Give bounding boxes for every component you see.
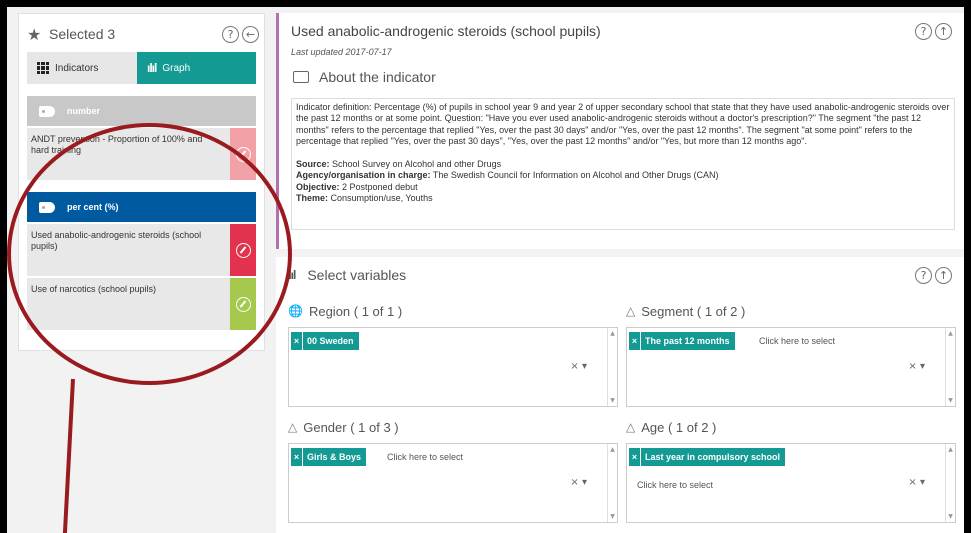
tab-graph[interactable]: ılıl Graph bbox=[137, 52, 256, 84]
clear-dropdown-icon[interactable]: × ▾ bbox=[570, 477, 587, 488]
age-selector: △ Age ( 1 of 2 ) × Last year in compulsory… bbox=[626, 417, 956, 523]
selected-panel: ★ Selected 3 ? ← Indicators ılıl Graph n… bbox=[18, 13, 265, 351]
gender-selector: △ Gender ( 1 of 3 ) × Girls & Boys Click h… bbox=[288, 417, 618, 523]
shapes-icon: △ bbox=[288, 420, 298, 434]
segment-select-box[interactable]: × The past 12 months Click here to select… bbox=[626, 327, 956, 407]
help-icon[interactable]: ? bbox=[222, 25, 239, 43]
clear-dropdown-icon[interactable]: × ▾ bbox=[908, 477, 925, 488]
clear-dropdown-icon[interactable]: × ▾ bbox=[908, 361, 925, 372]
variable-label: Region ( 1 of 1 ) bbox=[308, 303, 403, 319]
indicator-card[interactable]: Use of narcotics (school pupils) bbox=[27, 278, 256, 330]
select-placeholder[interactable]: Click here to select bbox=[637, 480, 713, 490]
remove-icon[interactable]: × bbox=[629, 448, 641, 466]
group-header-number[interactable]: number bbox=[27, 96, 256, 126]
scrollbar[interactable]: ▲ ▼ bbox=[945, 444, 955, 522]
scroll-up-icon[interactable]: ↑ bbox=[935, 267, 952, 284]
remove-icon[interactable]: × bbox=[291, 448, 303, 466]
about-label: About the indicator bbox=[319, 69, 436, 85]
selected-chip[interactable]: × The past 12 months bbox=[629, 332, 735, 350]
tab-label: Graph bbox=[162, 62, 191, 74]
comment-icon bbox=[293, 71, 309, 83]
edit-button[interactable] bbox=[230, 224, 256, 276]
help-icon[interactable]: ? bbox=[915, 23, 932, 40]
scrollbar[interactable]: ▲ ▼ bbox=[945, 328, 955, 406]
info-row: Theme: Consumption/use, Youths bbox=[296, 193, 433, 204]
tag-icon bbox=[39, 105, 55, 117]
about-header: About the indicator bbox=[293, 69, 436, 85]
grid-icon bbox=[37, 62, 49, 74]
app-frame: ★ Selected 3 ? ← Indicators ılıl Graph n… bbox=[7, 7, 964, 533]
variable-label: Age ( 1 of 2 ) bbox=[641, 419, 717, 435]
tag-icon bbox=[39, 201, 55, 213]
annotation-line bbox=[62, 378, 75, 533]
group-label: number bbox=[67, 106, 101, 116]
variable-label: Gender ( 1 of 3 ) bbox=[303, 419, 399, 435]
selected-chip[interactable]: × Girls & Boys bbox=[291, 448, 367, 466]
select-placeholder[interactable]: Click here to select bbox=[759, 336, 835, 346]
graph-icon: ılıl bbox=[286, 268, 296, 282]
clear-dropdown-icon[interactable]: × ▾ bbox=[570, 361, 587, 372]
selected-chip[interactable]: × Last year in compulsory school bbox=[629, 448, 786, 466]
region-select-box[interactable]: × 00 Sweden × ▾ ▲ ▼ bbox=[288, 327, 618, 407]
info-row: Objective: 2 Postponed debut bbox=[296, 181, 418, 192]
star-icon: ★ bbox=[27, 24, 42, 44]
scroll-up-icon[interactable]: ↑ bbox=[935, 23, 952, 40]
select-variables-panel: ılıl Select variables ? ↑ 🌐 Region ( 1 of… bbox=[276, 257, 964, 533]
pencil-icon bbox=[235, 296, 251, 312]
selected-chip[interactable]: × 00 Sweden bbox=[291, 332, 359, 350]
indicator-card[interactable]: Used anabolic-androgenic steroids (schoo… bbox=[27, 224, 256, 276]
info-row: Agency/organisation in charge: The Swedi… bbox=[296, 170, 719, 181]
variables-title: Select variables bbox=[307, 267, 407, 283]
scrollbar[interactable]: ▲ ▼ bbox=[607, 328, 617, 406]
tab-label: Indicators bbox=[55, 62, 99, 74]
group-header-percent[interactable]: per cent (%) bbox=[27, 192, 256, 222]
group-label: per cent (%) bbox=[67, 202, 119, 212]
edit-button[interactable] bbox=[230, 278, 256, 330]
indicator-description: Indicator definition: Percentage (%) of … bbox=[291, 98, 955, 230]
tab-indicators[interactable]: Indicators bbox=[27, 52, 137, 84]
shapes-icon: △ bbox=[626, 420, 636, 434]
indicator-title: Used anabolic-androgenic steroids (schoo… bbox=[291, 23, 601, 39]
selected-header: ★ Selected 3 ? ← bbox=[27, 24, 259, 44]
collapse-left-icon[interactable]: ← bbox=[242, 25, 259, 43]
remove-icon[interactable]: × bbox=[629, 332, 641, 350]
last-updated: Last updated 2017-07-17 bbox=[291, 47, 392, 57]
indicator-info-panel: Used anabolic-androgenic steroids (schoo… bbox=[276, 13, 964, 249]
indicator-label: ANDT prevention - Proportion of 100% and… bbox=[31, 134, 203, 155]
region-selector: 🌐 Region ( 1 of 1 ) × 00 Sweden × ▾ ▲ ▼ bbox=[288, 301, 618, 407]
pencil-icon bbox=[235, 242, 251, 258]
indicator-card[interactable]: ANDT prevention - Proportion of 100% and… bbox=[27, 128, 256, 180]
segment-selector: △ Segment ( 1 of 2 ) × The past 12 months … bbox=[626, 301, 956, 407]
scrollbar[interactable]: ▲ ▼ bbox=[607, 444, 617, 522]
globe-icon: 🌐 bbox=[288, 304, 303, 318]
edit-button[interactable] bbox=[230, 128, 256, 180]
age-select-box[interactable]: × Last year in compulsory school Click he… bbox=[626, 443, 956, 523]
indicator-definition: Indicator definition: Percentage (%) of … bbox=[296, 102, 950, 146]
variable-label: Segment ( 1 of 2 ) bbox=[641, 303, 746, 319]
info-row: Source: School Survey on Alcohol and oth… bbox=[296, 159, 502, 170]
select-placeholder[interactable]: Click here to select bbox=[387, 452, 463, 462]
remove-icon[interactable]: × bbox=[291, 332, 303, 350]
variables-header: ılıl Select variables bbox=[286, 267, 406, 283]
shapes-icon: △ bbox=[626, 304, 636, 318]
graph-icon: ılıl bbox=[147, 61, 157, 75]
indicator-label: Use of narcotics (school pupils) bbox=[31, 284, 157, 294]
pencil-icon bbox=[235, 146, 251, 162]
help-icon[interactable]: ? bbox=[915, 267, 932, 284]
selected-title: Selected 3 bbox=[49, 26, 116, 42]
gender-select-box[interactable]: × Girls & Boys Click here to select × ▾ ▲… bbox=[288, 443, 618, 523]
view-tabs: Indicators ılıl Graph bbox=[27, 52, 256, 84]
indicator-label: Used anabolic-androgenic steroids (schoo… bbox=[31, 230, 202, 251]
